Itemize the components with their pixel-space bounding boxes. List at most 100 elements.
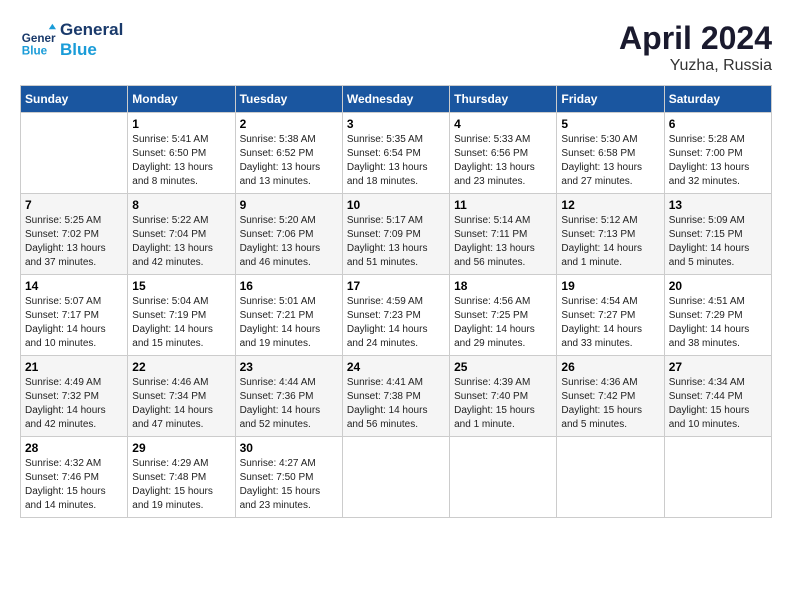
calendar-cell bbox=[21, 113, 128, 194]
cell-content: Sunrise: 4:59 AMSunset: 7:23 PMDaylight:… bbox=[347, 295, 445, 351]
cell-content: Sunrise: 4:54 AMSunset: 7:27 PMDaylight:… bbox=[561, 295, 659, 351]
day-number: 6 bbox=[669, 117, 767, 131]
calendar-cell: 20 Sunrise: 4:51 AMSunset: 7:29 PMDayligh… bbox=[664, 275, 771, 356]
day-number: 16 bbox=[240, 279, 338, 293]
calendar-cell: 9 Sunrise: 5:20 AMSunset: 7:06 PMDaylight… bbox=[235, 194, 342, 275]
cell-content: Sunrise: 5:35 AMSunset: 6:54 PMDaylight:… bbox=[347, 133, 445, 189]
day-number: 3 bbox=[347, 117, 445, 131]
calendar-cell: 17 Sunrise: 4:59 AMSunset: 7:23 PMDayligh… bbox=[342, 275, 449, 356]
cell-content: Sunrise: 5:14 AMSunset: 7:11 PMDaylight:… bbox=[454, 214, 552, 270]
calendar-cell: 22 Sunrise: 4:46 AMSunset: 7:34 PMDayligh… bbox=[128, 356, 235, 437]
day-number: 10 bbox=[347, 198, 445, 212]
calendar-cell: 2 Sunrise: 5:38 AMSunset: 6:52 PMDaylight… bbox=[235, 113, 342, 194]
weekday-header: Friday bbox=[557, 86, 664, 113]
day-number: 18 bbox=[454, 279, 552, 293]
day-number: 22 bbox=[132, 360, 230, 374]
day-number: 30 bbox=[240, 441, 338, 455]
cell-content: Sunrise: 5:28 AMSunset: 7:00 PMDaylight:… bbox=[669, 133, 767, 189]
cell-content: Sunrise: 5:09 AMSunset: 7:15 PMDaylight:… bbox=[669, 214, 767, 270]
calendar-cell: 6 Sunrise: 5:28 AMSunset: 7:00 PMDaylight… bbox=[664, 113, 771, 194]
calendar-cell: 21 Sunrise: 4:49 AMSunset: 7:32 PMDayligh… bbox=[21, 356, 128, 437]
day-number: 8 bbox=[132, 198, 230, 212]
calendar-cell: 26 Sunrise: 4:36 AMSunset: 7:42 PMDayligh… bbox=[557, 356, 664, 437]
cell-content: Sunrise: 5:41 AMSunset: 6:50 PMDaylight:… bbox=[132, 133, 230, 189]
calendar-cell: 8Sunrise: 5:22 AMSunset: 7:04 PMDaylight… bbox=[128, 194, 235, 275]
cell-content: Sunrise: 4:39 AMSunset: 7:40 PMDaylight:… bbox=[454, 376, 552, 432]
calendar-cell: 30 Sunrise: 4:27 AMSunset: 7:50 PMDayligh… bbox=[235, 437, 342, 518]
day-number: 21 bbox=[25, 360, 123, 374]
weekday-header: Saturday bbox=[664, 86, 771, 113]
title-block: April 2024 Yuzha, Russia bbox=[619, 20, 772, 75]
day-number: 1 bbox=[132, 117, 230, 131]
calendar-cell: 19Sunrise: 4:54 AMSunset: 7:27 PMDayligh… bbox=[557, 275, 664, 356]
calendar-cell: 28 Sunrise: 4:32 AMSunset: 7:46 PMDayligh… bbox=[21, 437, 128, 518]
logo-icon: General Blue bbox=[20, 22, 56, 58]
day-number: 26 bbox=[561, 360, 659, 374]
cell-content: Sunrise: 4:41 AMSunset: 7:38 PMDaylight:… bbox=[347, 376, 445, 432]
calendar-cell: 27 Sunrise: 4:34 AMSunset: 7:44 PMDayligh… bbox=[664, 356, 771, 437]
cell-content: Sunrise: 4:51 AMSunset: 7:29 PMDaylight:… bbox=[669, 295, 767, 351]
cell-content: Sunrise: 5:07 AMSunset: 7:17 PMDaylight:… bbox=[25, 295, 123, 351]
month-year-title: April 2024 bbox=[619, 20, 772, 57]
cell-content: Sunrise: 4:36 AMSunset: 7:42 PMDaylight:… bbox=[561, 376, 659, 432]
calendar-cell: 25 Sunrise: 4:39 AMSunset: 7:40 PMDayligh… bbox=[450, 356, 557, 437]
logo-text-general: General bbox=[60, 20, 123, 40]
day-number: 13 bbox=[669, 198, 767, 212]
calendar-cell: 3 Sunrise: 5:35 AMSunset: 6:54 PMDaylight… bbox=[342, 113, 449, 194]
calendar-cell bbox=[664, 437, 771, 518]
day-number: 14 bbox=[25, 279, 123, 293]
cell-content: Sunrise: 5:20 AMSunset: 7:06 PMDaylight:… bbox=[240, 214, 338, 270]
calendar-table: SundayMondayTuesdayWednesdayThursdayFrid… bbox=[20, 85, 772, 518]
weekday-header: Tuesday bbox=[235, 86, 342, 113]
calendar-cell bbox=[450, 437, 557, 518]
logo: General Blue General Blue bbox=[20, 20, 123, 61]
day-number: 12 bbox=[561, 198, 659, 212]
cell-content: Sunrise: 4:49 AMSunset: 7:32 PMDaylight:… bbox=[25, 376, 123, 432]
calendar-cell: 16 Sunrise: 5:01 AMSunset: 7:21 PMDayligh… bbox=[235, 275, 342, 356]
day-number: 7 bbox=[25, 198, 123, 212]
weekday-header: Thursday bbox=[450, 86, 557, 113]
calendar-cell: 5 Sunrise: 5:30 AMSunset: 6:58 PMDaylight… bbox=[557, 113, 664, 194]
calendar-cell: 10Sunrise: 5:17 AMSunset: 7:09 PMDayligh… bbox=[342, 194, 449, 275]
calendar-cell: 7 Sunrise: 5:25 AMSunset: 7:02 PMDaylight… bbox=[21, 194, 128, 275]
logo-text-blue: Blue bbox=[60, 40, 123, 60]
calendar-cell: 12Sunrise: 5:12 AMSunset: 7:13 PMDayligh… bbox=[557, 194, 664, 275]
day-number: 11 bbox=[454, 198, 552, 212]
calendar-cell: 4 Sunrise: 5:33 AMSunset: 6:56 PMDaylight… bbox=[450, 113, 557, 194]
day-number: 15 bbox=[132, 279, 230, 293]
day-number: 9 bbox=[240, 198, 338, 212]
cell-content: Sunrise: 5:38 AMSunset: 6:52 PMDaylight:… bbox=[240, 133, 338, 189]
calendar-cell: 23 Sunrise: 4:44 AMSunset: 7:36 PMDayligh… bbox=[235, 356, 342, 437]
cell-content: Sunrise: 5:25 AMSunset: 7:02 PMDaylight:… bbox=[25, 214, 123, 270]
cell-content: Sunrise: 4:46 AMSunset: 7:34 PMDaylight:… bbox=[132, 376, 230, 432]
weekday-header: Monday bbox=[128, 86, 235, 113]
day-number: 4 bbox=[454, 117, 552, 131]
day-number: 29 bbox=[132, 441, 230, 455]
day-number: 28 bbox=[25, 441, 123, 455]
cell-content: Sunrise: 4:34 AMSunset: 7:44 PMDaylight:… bbox=[669, 376, 767, 432]
calendar-cell bbox=[557, 437, 664, 518]
cell-content: Sunrise: 4:44 AMSunset: 7:36 PMDaylight:… bbox=[240, 376, 338, 432]
calendar-cell: 18 Sunrise: 4:56 AMSunset: 7:25 PMDayligh… bbox=[450, 275, 557, 356]
calendar-cell: 13 Sunrise: 5:09 AMSunset: 7:15 PMDayligh… bbox=[664, 194, 771, 275]
day-number: 24 bbox=[347, 360, 445, 374]
day-number: 5 bbox=[561, 117, 659, 131]
day-number: 2 bbox=[240, 117, 338, 131]
day-number: 25 bbox=[454, 360, 552, 374]
calendar-cell bbox=[342, 437, 449, 518]
weekday-header: Sunday bbox=[21, 86, 128, 113]
day-number: 27 bbox=[669, 360, 767, 374]
day-number: 20 bbox=[669, 279, 767, 293]
cell-content: Sunrise: 4:56 AMSunset: 7:25 PMDaylight:… bbox=[454, 295, 552, 351]
calendar-cell: 29Sunrise: 4:29 AMSunset: 7:48 PMDayligh… bbox=[128, 437, 235, 518]
page-header: General Blue General Blue April 2024 Yuz… bbox=[20, 20, 772, 75]
cell-content: Sunrise: 4:32 AMSunset: 7:46 PMDaylight:… bbox=[25, 457, 123, 513]
calendar-cell: 1 Sunrise: 5:41 AMSunset: 6:50 PMDaylight… bbox=[128, 113, 235, 194]
day-number: 17 bbox=[347, 279, 445, 293]
cell-content: Sunrise: 4:27 AMSunset: 7:50 PMDaylight:… bbox=[240, 457, 338, 513]
cell-content: Sunrise: 5:01 AMSunset: 7:21 PMDaylight:… bbox=[240, 295, 338, 351]
day-number: 23 bbox=[240, 360, 338, 374]
cell-content: Sunrise: 5:30 AMSunset: 6:58 PMDaylight:… bbox=[561, 133, 659, 189]
cell-content: Sunrise: 5:04 AMSunset: 7:19 PMDaylight:… bbox=[132, 295, 230, 351]
cell-content: Sunrise: 5:33 AMSunset: 6:56 PMDaylight:… bbox=[454, 133, 552, 189]
